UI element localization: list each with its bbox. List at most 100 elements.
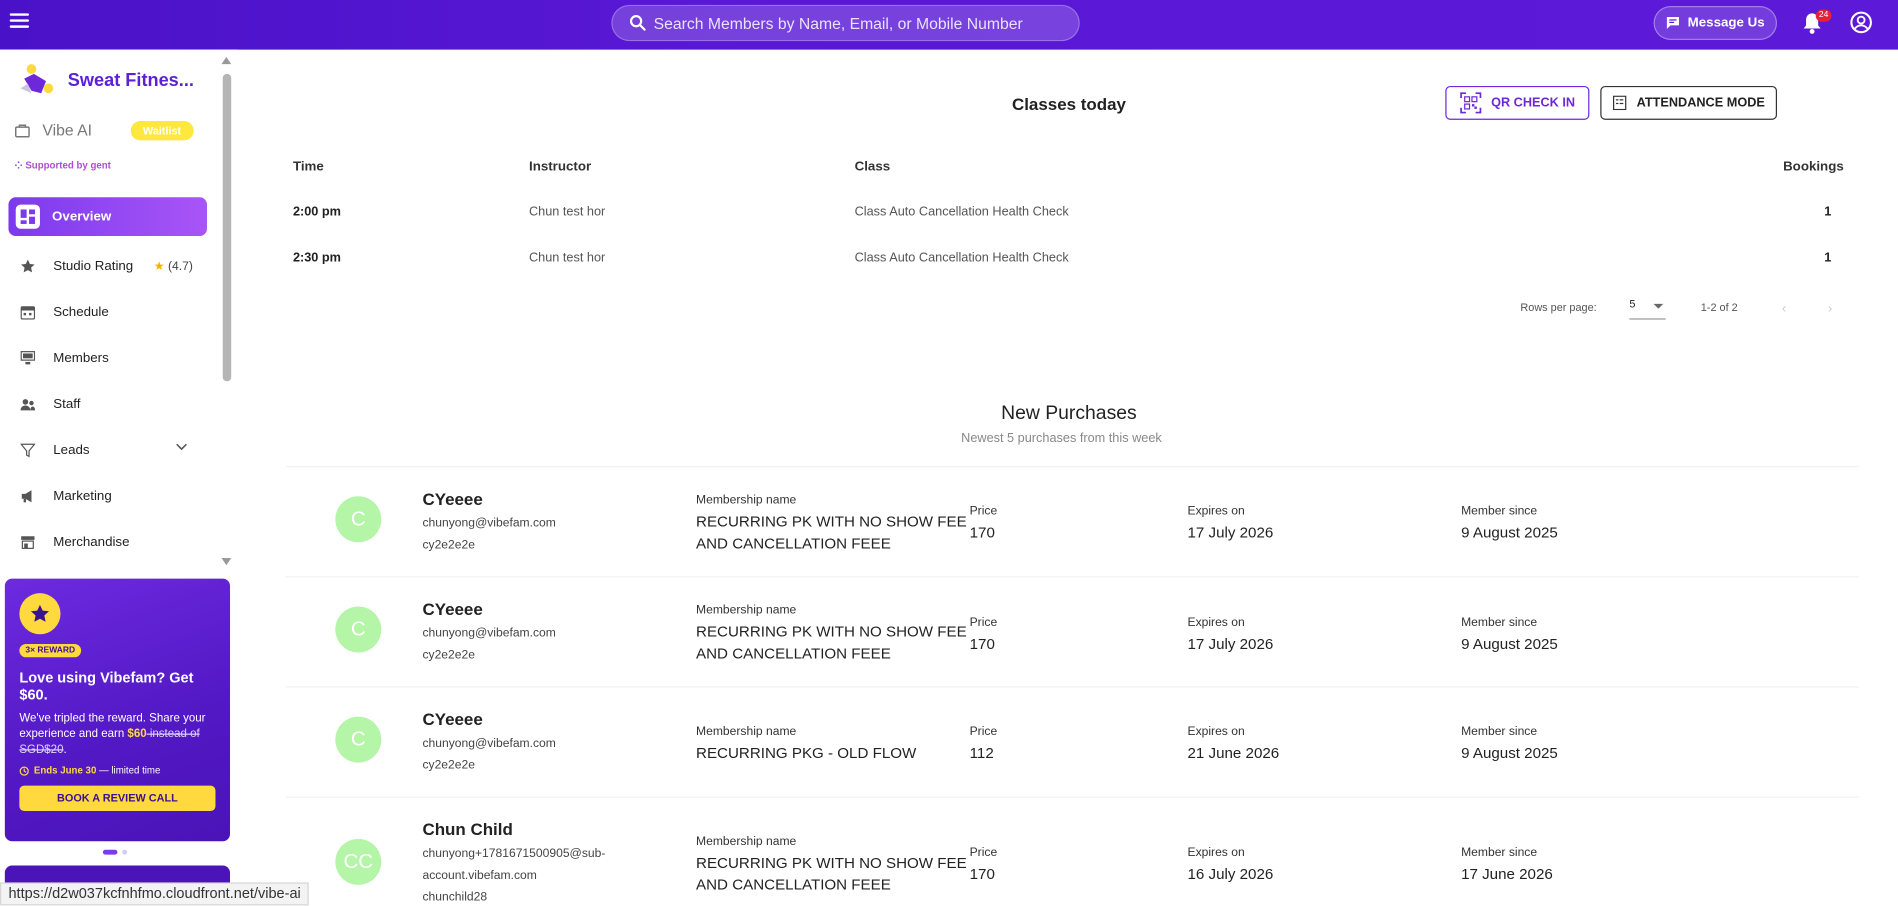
purchase-row[interactable]: C CYeeee chunyong@vibefam.com cy2e2e2e M… xyxy=(285,466,1860,575)
clipboard-list-icon xyxy=(1612,95,1627,111)
sidebar-item-label: Staff xyxy=(53,397,81,412)
top-bar: Search Members by Name, Email, or Mobile… xyxy=(0,0,1898,50)
promo-ends-bold: Ends June 30 xyxy=(33,765,97,776)
col-header-bookings[interactable]: Bookings xyxy=(1783,160,1844,175)
member-email: chunyong@vibefam.com xyxy=(422,627,556,641)
expires-label: Expires on xyxy=(1187,616,1245,630)
dashboard-icon xyxy=(15,204,40,229)
main-content: Classes today QR CHECK IN ATTENDANCE MOD… xyxy=(237,50,1898,906)
notification-count-badge: 24 xyxy=(1815,9,1832,22)
price-label: Price xyxy=(969,846,998,860)
membership-label: Membership name xyxy=(696,604,797,618)
vibe-ai-item[interactable]: Vibe AI Waitlist xyxy=(15,121,197,141)
waitlist-badge: Waitlist xyxy=(130,121,194,141)
member-username: cy2e2e2e xyxy=(422,758,475,773)
scroll-up-arrow-icon[interactable] xyxy=(221,56,232,65)
staff-icon xyxy=(20,397,36,412)
sidebar-item-label: Members xyxy=(53,351,109,366)
membership-label: Membership name xyxy=(696,725,797,739)
member-name: CYeeee xyxy=(422,489,483,509)
sidebar-item-overview[interactable]: Overview xyxy=(8,197,207,237)
scroll-down-arrow-icon[interactable] xyxy=(221,558,232,566)
sidebar-scrollbar[interactable] xyxy=(221,56,232,566)
hamburger-menu-icon[interactable] xyxy=(9,13,30,30)
member-email: chunyong@vibefam.com xyxy=(422,737,556,751)
sidebar-item-schedule[interactable]: Schedule xyxy=(8,289,207,335)
qr-check-in-button[interactable]: QR CHECK IN xyxy=(1445,85,1590,120)
sidebar-item-label: Schedule xyxy=(53,305,109,320)
promo-title: Love using Vibefam? Get $60. xyxy=(19,669,194,704)
membership-name: RECURRING PK WITH NO SHOW FEE AND CANCELL… xyxy=(696,852,967,896)
class-bookings: 1 xyxy=(1824,250,1832,266)
purchase-row[interactable]: C CYeeee chunyong@vibefam.com cy2e2e2e M… xyxy=(285,576,1860,685)
promo-ends-rest: — limited time xyxy=(96,765,161,776)
sidebar-item-marketing[interactable]: Marketing xyxy=(8,473,207,519)
expires-label: Expires on xyxy=(1187,725,1245,739)
membership-line-1: RECURRING PK WITH NO SHOW FEE xyxy=(696,623,967,641)
carousel-dot-active[interactable] xyxy=(102,849,118,855)
price-value: 170 xyxy=(969,524,995,542)
membership-line-1: RECURRING PK WITH NO SHOW FEE xyxy=(696,513,967,531)
rating-value: ★ (4.7) xyxy=(154,260,193,273)
price-label: Price xyxy=(969,725,998,739)
rows-per-page-value: 5 xyxy=(1629,297,1636,310)
member-since-label: Member since xyxy=(1461,846,1538,860)
qr-code-icon xyxy=(1459,92,1482,114)
sidebar-item-label: Merchandise xyxy=(53,535,130,550)
member-email-line-2: account.vibefam.com xyxy=(422,869,537,883)
member-search-input[interactable]: Search Members by Name, Email, or Mobile… xyxy=(611,4,1080,42)
member-since-label: Member since xyxy=(1461,725,1538,739)
megaphone-icon xyxy=(21,489,36,504)
member-name: CYeeee xyxy=(422,599,483,619)
book-review-call-button[interactable]: BOOK A REVIEW CALL xyxy=(19,785,216,812)
clock-icon xyxy=(19,765,29,776)
purchase-row[interactable]: C CYeeee chunyong@vibefam.com cy2e2e2e M… xyxy=(285,686,1860,795)
sidebar-item-label: Overview xyxy=(52,209,112,224)
promo-description: We've tripled the reward. Share your exp… xyxy=(19,711,215,758)
qr-check-in-label: QR CHECK IN xyxy=(1491,95,1576,111)
attendance-mode-button[interactable]: ATTENDANCE MODE xyxy=(1600,85,1778,120)
reward-badge: 3× REWARD xyxy=(19,643,82,658)
col-header-time[interactable]: Time xyxy=(293,160,324,175)
attendance-mode-label: ATTENDANCE MODE xyxy=(1636,95,1765,111)
store-icon xyxy=(21,535,36,550)
search-icon xyxy=(629,15,646,31)
message-us-button[interactable]: Message Us xyxy=(1653,6,1778,40)
sparkle-icon: ⁘ xyxy=(14,159,26,171)
rows-per-page-select[interactable]: 5 xyxy=(1629,297,1666,320)
account-icon[interactable] xyxy=(1850,11,1873,34)
carousel-dots xyxy=(102,849,128,855)
membership-line-2: AND CANCELLATION FEEE xyxy=(696,535,891,552)
scroll-thumb[interactable] xyxy=(222,73,232,382)
purchase-row[interactable]: CC Chun Child chunyong+1781671500905@sub… xyxy=(285,796,1860,906)
avatar: C xyxy=(335,606,382,653)
review-reward-promo-card: 3× REWARD Love using Vibefam? Get $60. W… xyxy=(4,578,230,842)
star-icon xyxy=(21,259,36,274)
price-label: Price xyxy=(969,616,998,630)
class-instructor: Chun test hor xyxy=(528,250,606,266)
chevron-down-icon[interactable] xyxy=(176,443,188,451)
member-since-value: 9 August 2025 xyxy=(1461,524,1558,542)
membership-name: RECURRING PK WITH NO SHOW FEE AND CANCELL… xyxy=(696,511,967,555)
sidebar-item-members[interactable]: Members xyxy=(8,335,207,381)
message-us-label: Message Us xyxy=(1687,15,1765,31)
next-page-icon[interactable]: › xyxy=(1828,301,1832,316)
sidebar-item-staff[interactable]: Staff xyxy=(8,381,207,427)
col-header-instructor[interactable]: Instructor xyxy=(529,160,591,175)
sidebar-item-merchandise[interactable]: Merchandise xyxy=(8,519,207,565)
prev-page-icon[interactable]: ‹ xyxy=(1782,301,1786,316)
col-header-class[interactable]: Class xyxy=(855,160,891,175)
reward-star-icon xyxy=(19,593,61,635)
membership-name: RECURRING PK WITH NO SHOW FEE AND CANCELL… xyxy=(696,621,967,665)
new-purchases-title: New Purchases xyxy=(1001,403,1137,424)
new-purchases-subtitle: Newest 5 purchases from this week xyxy=(961,430,1162,446)
sidebar-item-leads[interactable]: Leads xyxy=(8,427,207,473)
carousel-dot[interactable] xyxy=(122,849,128,855)
member-name: Chun Child xyxy=(422,819,513,839)
class-instructor: Chun test hor xyxy=(528,204,606,220)
rating-text: (4.7) xyxy=(167,259,193,273)
studio-brand[interactable]: Sweat Fitnes... xyxy=(17,62,194,98)
class-time: 2:00 pm xyxy=(292,204,341,220)
promo-desc-end: . xyxy=(63,743,67,757)
sidebar-item-studio-rating[interactable]: Studio Rating ★ (4.7) xyxy=(8,243,207,289)
